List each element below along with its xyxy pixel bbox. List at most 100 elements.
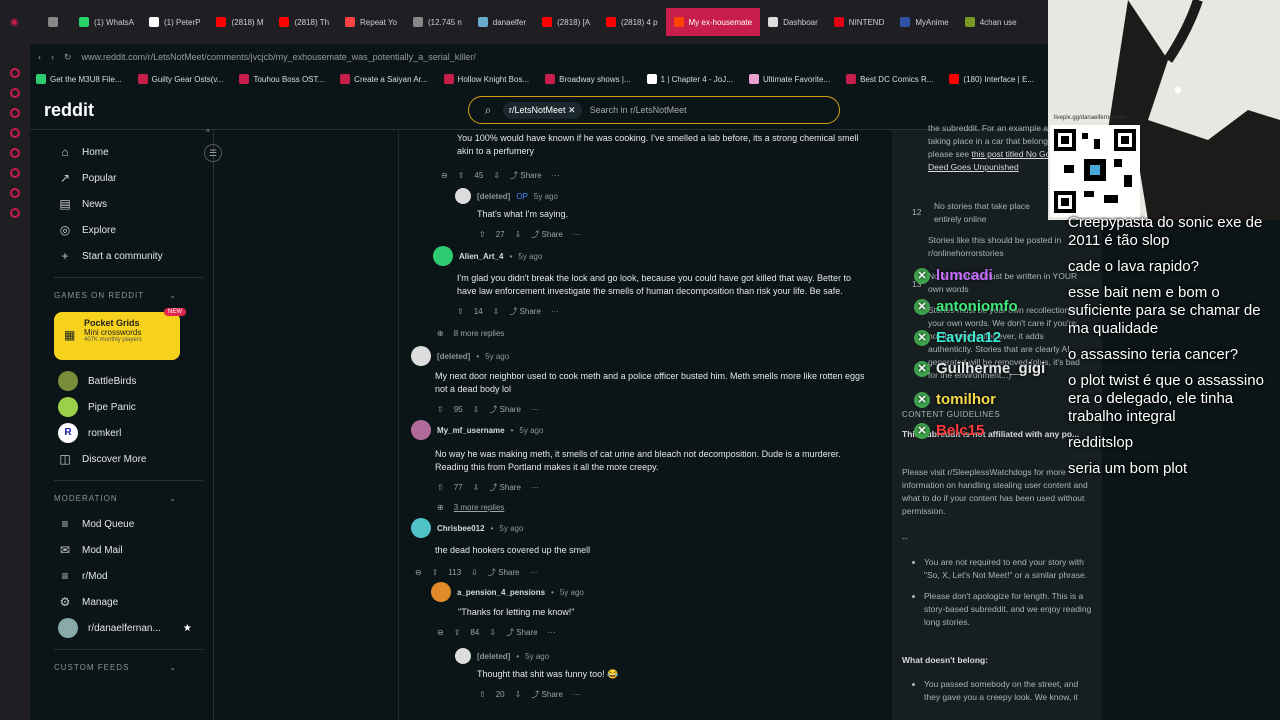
browser-tab[interactable]: 4chan use [957,8,1025,36]
sidebar-item-news[interactable]: ▤ News [44,191,213,217]
collapse-icon[interactable]: ⊖ [437,628,444,637]
more-options-icon[interactable]: ··· [573,230,581,239]
more-options-icon[interactable]: ··· [548,628,556,637]
more-options-icon[interactable]: ··· [573,690,581,699]
custom-feeds-header[interactable]: CUSTOM FEEDS ⌄ [44,654,213,680]
comment-author[interactable]: Alien_Art_4 [459,252,503,261]
more-options-icon[interactable]: ··· [531,405,539,414]
r-danaelfernan[interactable]: r/danaelfernan... ★ [44,615,213,641]
back-icon[interactable]: ‹ [38,52,41,62]
mod-mail[interactable]: ✉ Mod Mail [44,537,213,563]
browser-tab[interactable]: MyAnime [892,8,956,36]
downvote-icon[interactable]: ⇩ [471,568,478,577]
sidebar-menu-icon[interactable]: ☰ [204,144,222,162]
browser-tab[interactable]: My ex-housemate [665,8,761,36]
collapse-caret-icon[interactable]: ^ [206,128,210,137]
more-replies-link[interactable]: ⊕ 3 more replies [437,503,873,512]
bookmark-item[interactable]: Hollow Knight Bos... [438,74,536,84]
downvote-icon[interactable]: ⇩ [493,307,500,316]
games-section-header[interactable]: GAMES ON REDDIT ⌄ [44,282,213,308]
collapse-icon[interactable]: ⊖ [415,568,422,577]
star-icon[interactable]: ★ [183,623,192,634]
browser-tab[interactable]: (2818) 4 p [598,8,665,36]
bookmark-item[interactable]: Ultimate Favorite... [743,74,836,84]
comment-author[interactable]: My_mf_username [437,426,505,435]
sidebar-item-start-community[interactable]: + Start a community [44,243,213,269]
mod-queue[interactable]: ≡ Mod Queue [44,511,213,537]
comment-author[interactable]: Chrisbee012 [437,524,485,533]
share-button[interactable]: ⤴ Share [531,229,563,240]
upvote-icon[interactable]: ⇧ [437,405,444,414]
upvote-icon[interactable]: ⇧ [479,230,486,239]
bookmark-item[interactable]: Broadway shows |... [539,74,636,84]
rail-icon[interactable] [10,128,20,138]
browser-tab[interactable]: danaelfer [470,8,534,36]
share-button[interactable]: ⤴ Share [506,627,538,638]
bookmark-item[interactable]: Touhou Boss OST... [233,74,330,84]
upvote-icon[interactable]: ⇧ [457,307,464,316]
reddit-logo[interactable]: reddit [44,100,94,121]
pocket-grids-card[interactable]: ▦ Pocket Grids Mini crosswords 407K mont… [54,308,186,360]
comment-author[interactable]: [deleted] [477,652,510,661]
search-bar[interactable]: ⌕ r/LetsNotMeet ✕ Search in r/LetsNotMee… [468,96,840,124]
browser-tab[interactable]: (1) PeterP [141,8,208,36]
comment-author[interactable]: [deleted] [477,192,510,201]
share-button[interactable]: ⤴ Share [488,567,520,578]
browser-tab[interactable]: (12.745 n [405,8,470,36]
downvote-icon[interactable]: ⇩ [493,171,500,180]
browser-tab[interactable]: (2818) Th [271,8,337,36]
url-text[interactable]: www.reddit.com/r/LetsNotMeet/comments/jv… [82,52,476,62]
address-bar[interactable]: ‹ › ↻ www.reddit.com/r/LetsNotMeet/comme… [30,44,1050,70]
comment-author[interactable]: a_pension_4_pensions [457,588,545,597]
bookmark-item[interactable]: (180) Interface | E... [943,74,1040,84]
browser-tab[interactable]: NINTEND [826,8,893,36]
manage[interactable]: ⚙ Manage [44,589,213,615]
more-options-icon[interactable]: ··· [529,568,537,577]
forward-icon[interactable]: › [51,52,54,62]
r-mod[interactable]: ≡ r/Mod [44,563,213,589]
upvote-icon[interactable]: ⇧ [454,628,461,637]
game-pipe-panic[interactable]: Pipe Panic [44,394,213,420]
share-button[interactable]: ⤴ Share [509,306,541,317]
downvote-icon[interactable]: ⇩ [473,405,480,414]
rule-title[interactable]: No stories that take place entirely onli… [934,200,1054,226]
upvote-icon[interactable]: ⇧ [458,171,465,180]
more-options-icon[interactable]: ··· [552,171,560,180]
bookmark-item[interactable]: Guilty Gear Osts(v... [132,74,230,84]
sidebar-item-home[interactable]: ⌂ Home [44,139,213,165]
sidebar-item-popular[interactable]: ↗ Popular [44,165,213,191]
browser-tab[interactable] [40,8,71,36]
browser-menu-icon[interactable]: ◉ [0,17,40,28]
share-button[interactable]: ⤴ Share [531,689,563,700]
rail-icon[interactable] [10,148,20,158]
upvote-icon[interactable]: ⇧ [432,568,439,577]
share-button[interactable]: ⤴ Share [489,482,521,493]
browser-tab[interactable]: (1) WhatsA [71,8,141,36]
downvote-icon[interactable]: ⇩ [515,690,522,699]
rail-icon[interactable] [10,208,20,218]
more-options-icon[interactable]: ··· [551,307,559,316]
rail-icon[interactable] [10,88,20,98]
bookmark-item[interactable]: Create a Saiyan Ar... [334,74,433,84]
rail-icon[interactable] [10,68,20,78]
moderation-section-header[interactable]: MODERATION ⌄ [44,485,213,511]
bookmark-item[interactable]: Best DC Comics R... [840,74,939,84]
search-input[interactable]: Search in r/LetsNotMeet [590,105,687,115]
rail-icon[interactable] [10,108,20,118]
game-romkerl[interactable]: Rromkerl [44,420,213,446]
downvote-icon[interactable]: ⇩ [473,483,480,492]
game-battlebirds[interactable]: BattleBirds [44,368,213,394]
collapse-icon[interactable]: ⊖ [441,171,448,180]
reload-icon[interactable]: ↻ [64,52,72,63]
downvote-icon[interactable]: ⇩ [489,628,496,637]
bookmark-item[interactable]: 1 | Chapter 4 - JoJ... [641,74,739,84]
browser-tab[interactable]: Repeat Yo [337,8,405,36]
rail-icon[interactable] [10,188,20,198]
share-button[interactable]: ⤴ Share [510,170,542,181]
browser-tab[interactable]: Dashboar [760,8,826,36]
share-button[interactable]: ⤴ Share [489,404,521,415]
upvote-icon[interactable]: ⇧ [437,483,444,492]
browser-tab[interactable]: (2818) M [208,8,271,36]
rail-icon[interactable] [10,168,20,178]
more-options-icon[interactable]: ··· [531,483,539,492]
